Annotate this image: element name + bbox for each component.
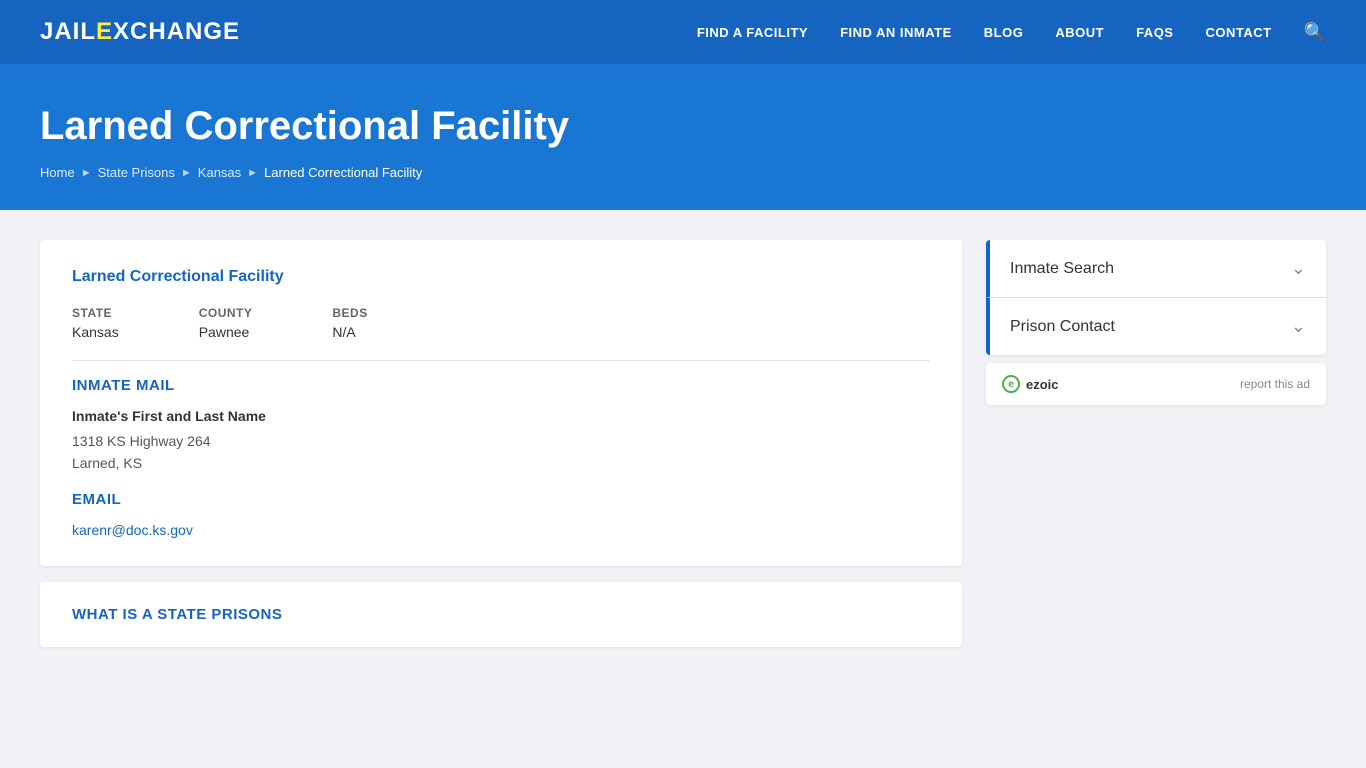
what-is-title: WHAT IS A STATE PRISONS	[72, 606, 930, 623]
facility-info-card: Larned Correctional Facility STATE Kansa…	[40, 240, 962, 566]
breadcrumb-kansas[interactable]: Kansas	[198, 165, 241, 180]
breadcrumb: Home ► State Prisons ► Kansas ► Larned C…	[40, 165, 1326, 180]
ezoic-badge-icon: e	[1002, 375, 1020, 393]
breadcrumb-chevron-3: ►	[247, 167, 258, 179]
ezoic-logo: e ezoic	[1002, 375, 1059, 393]
email-link[interactable]: karenr@doc.ks.gov	[72, 522, 193, 538]
sidebar-prison-contact[interactable]: Prison Contact ⌄	[986, 298, 1326, 355]
county-label: COUNTY	[199, 306, 253, 320]
ezoic-label: ezoic	[1026, 377, 1059, 392]
chevron-down-icon-inmate: ⌄	[1291, 258, 1306, 279]
nav-faqs[interactable]: FAQs	[1136, 25, 1173, 40]
nav-contact[interactable]: CONTACT	[1205, 25, 1271, 40]
state-label: STATE	[72, 306, 119, 320]
chevron-down-icon-prison: ⌄	[1291, 316, 1306, 337]
state-info: STATE Kansas	[72, 306, 119, 340]
county-info: COUNTY Pawnee	[199, 306, 253, 340]
logo-change: CHANGE	[130, 18, 240, 45]
main-content: Larned Correctional Facility STATE Kansa…	[0, 210, 1366, 677]
inmate-mail-title: INMATE MAIL	[72, 377, 930, 394]
address-line-2: Larned, KS	[72, 452, 930, 474]
ad-area: e ezoic report this ad	[986, 363, 1326, 405]
inmate-name: Inmate's First and Last Name	[72, 408, 930, 424]
nav-find-facility[interactable]: FIND A FACILITY	[697, 25, 808, 40]
logo-x: X	[113, 18, 130, 45]
divider-1	[72, 360, 930, 361]
nav-about[interactable]: ABOUT	[1055, 25, 1104, 40]
header: JAILEXCHANGE FIND A FACILITY FIND AN INM…	[0, 0, 1366, 64]
county-value: Pawnee	[199, 324, 253, 340]
info-grid: STATE Kansas COUNTY Pawnee BEDS N/A	[72, 306, 930, 340]
hero-banner: Larned Correctional Facility Home ► Stat…	[0, 64, 1366, 210]
breadcrumb-chevron-2: ►	[181, 167, 192, 179]
breadcrumb-state-prisons[interactable]: State Prisons	[98, 165, 175, 180]
prison-contact-label: Prison Contact	[1010, 318, 1115, 336]
breadcrumb-current: Larned Correctional Facility	[264, 165, 422, 180]
sidebar-card: Inmate Search ⌄ Prison Contact ⌄	[986, 240, 1326, 355]
logo-jail: JAIL	[40, 18, 96, 45]
breadcrumb-home[interactable]: Home	[40, 165, 75, 180]
beds-label: BEDS	[332, 306, 367, 320]
logo: JAILEXCHANGE	[40, 18, 240, 46]
nav-blog[interactable]: BLOG	[984, 25, 1024, 40]
report-ad-link[interactable]: report this ad	[1240, 377, 1310, 391]
state-value: Kansas	[72, 324, 119, 340]
page-title: Larned Correctional Facility	[40, 104, 1326, 149]
sidebar-inmate-search[interactable]: Inmate Search ⌄	[986, 240, 1326, 298]
address-line-1: 1318 KS Highway 264	[72, 430, 930, 452]
what-is-card: WHAT IS A STATE PRISONS	[40, 582, 962, 647]
facility-card-title: Larned Correctional Facility	[72, 268, 930, 286]
inmate-search-label: Inmate Search	[1010, 260, 1114, 278]
beds-value: N/A	[332, 324, 367, 340]
left-column: Larned Correctional Facility STATE Kansa…	[40, 240, 962, 647]
beds-info: BEDS N/A	[332, 306, 367, 340]
nav-find-inmate[interactable]: FIND AN INMATE	[840, 25, 952, 40]
main-nav: FIND A FACILITY FIND AN INMATE BLOG ABOU…	[697, 22, 1326, 43]
logo-ex: E	[96, 18, 113, 45]
breadcrumb-chevron-1: ►	[81, 167, 92, 179]
search-icon[interactable]: 🔍	[1304, 22, 1326, 43]
email-title: EMAIL	[72, 491, 930, 508]
right-column: Inmate Search ⌄ Prison Contact ⌄ e ezoic…	[986, 240, 1326, 647]
